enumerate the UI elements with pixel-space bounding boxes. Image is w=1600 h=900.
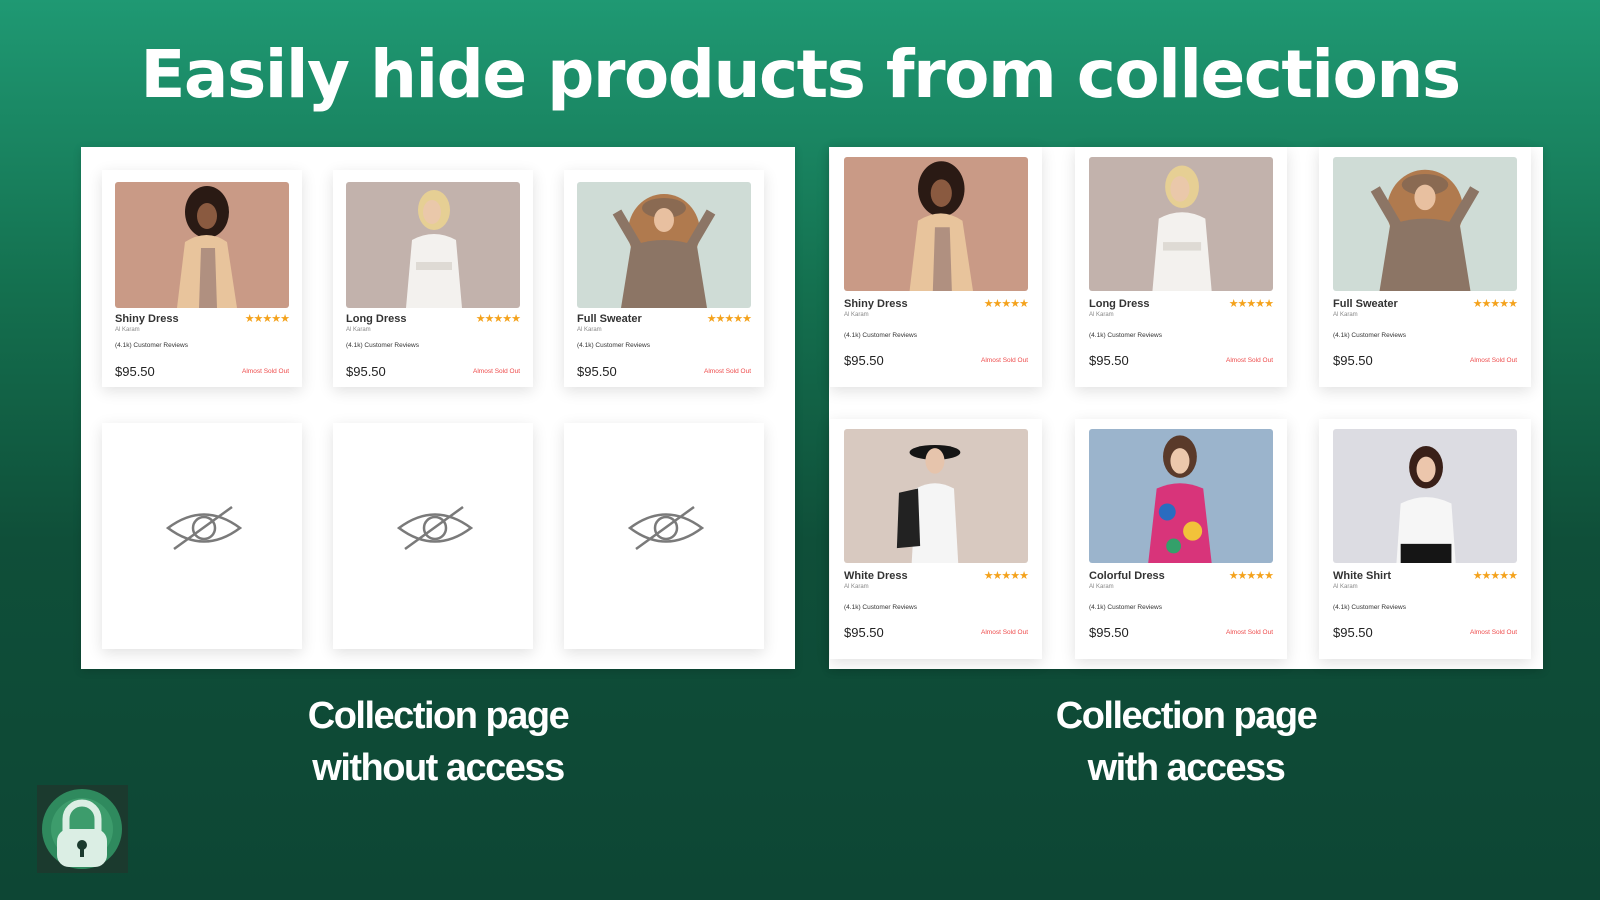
- product-photo[interactable]: [1089, 157, 1273, 291]
- product-name[interactable]: Long Dress: [1089, 298, 1150, 310]
- product-brand: Al Karam: [1089, 584, 1114, 590]
- eye-slash-icon: [397, 505, 473, 551]
- review-count: (4.1k) Customer Reviews: [844, 332, 917, 339]
- product-name[interactable]: Colorful Dress: [1089, 570, 1165, 582]
- product-card[interactable]: Long Dress Al Karam ★★★★★ (4.1k) Custome…: [333, 170, 533, 387]
- product-photo[interactable]: [1333, 429, 1517, 563]
- product-brand: Al Karam: [844, 584, 869, 590]
- hidden-product-card: [102, 423, 302, 649]
- review-count: (4.1k) Customer Reviews: [346, 342, 419, 349]
- stock-status: Almost Sold Out: [473, 368, 520, 375]
- rating-stars: ★★★★★: [706, 313, 752, 325]
- lock-icon: [37, 785, 128, 873]
- product-card[interactable]: White Dress Al Karam ★★★★★ (4.1k) Custom…: [830, 419, 1042, 659]
- product-price: $95.50: [577, 364, 617, 379]
- review-count: (4.1k) Customer Reviews: [115, 342, 188, 349]
- product-name[interactable]: White Dress: [844, 570, 908, 582]
- product-card[interactable]: Shiny Dress Al Karam ★★★★★ (4.1k) Custom…: [830, 147, 1042, 387]
- stock-status: Almost Sold Out: [1226, 629, 1273, 636]
- rating-stars: ★★★★★: [983, 298, 1029, 310]
- product-photo[interactable]: [1333, 157, 1517, 291]
- product-price: $95.50: [1089, 625, 1129, 640]
- product-name[interactable]: Shiny Dress: [844, 298, 908, 310]
- rating-stars: ★★★★★: [1228, 570, 1274, 582]
- product-price: $95.50: [346, 364, 386, 379]
- stock-status: Almost Sold Out: [704, 368, 751, 375]
- product-price: $95.50: [1333, 353, 1373, 368]
- caption-line: with access: [1087, 747, 1286, 789]
- product-photo[interactable]: [115, 182, 289, 308]
- product-brand: Al Karam: [577, 327, 602, 333]
- product-photo[interactable]: [844, 429, 1028, 563]
- caption-with-access: Collection page with access: [829, 690, 1543, 794]
- product-name[interactable]: Full Sweater: [577, 313, 642, 325]
- product-price: $95.50: [844, 625, 884, 640]
- stock-status: Almost Sold Out: [1470, 357, 1517, 364]
- product-photo[interactable]: [346, 182, 520, 308]
- product-name[interactable]: Long Dress: [346, 313, 407, 325]
- rating-stars: ★★★★★: [1472, 298, 1518, 310]
- product-price: $95.50: [115, 364, 155, 379]
- stock-status: Almost Sold Out: [242, 368, 289, 375]
- headline: Easily hide products from collections: [140, 36, 1461, 113]
- eye-slash-icon: [628, 505, 704, 551]
- product-price: $95.50: [1333, 625, 1373, 640]
- eye-slash-icon: [166, 505, 242, 551]
- product-card[interactable]: Long Dress Al Karam ★★★★★ (4.1k) Custome…: [1075, 147, 1287, 387]
- review-count: (4.1k) Customer Reviews: [1089, 332, 1162, 339]
- product-brand: Al Karam: [1333, 584, 1358, 590]
- app-logo: [37, 785, 128, 873]
- product-brand: Al Karam: [115, 327, 140, 333]
- collection-panel-without-access: Shiny Dress Al Karam ★★★★★ (4.1k) Custom…: [81, 147, 795, 669]
- product-card[interactable]: Full Sweater Al Karam ★★★★★ (4.1k) Custo…: [1319, 147, 1531, 387]
- review-count: (4.1k) Customer Reviews: [577, 342, 650, 349]
- rating-stars: ★★★★★: [1472, 570, 1518, 582]
- caption-line: Collection page: [307, 695, 570, 737]
- review-count: (4.1k) Customer Reviews: [1089, 604, 1162, 611]
- hidden-product-card: [333, 423, 533, 649]
- product-name[interactable]: Shiny Dress: [115, 313, 179, 325]
- product-card[interactable]: Full Sweater Al Karam ★★★★★ (4.1k) Custo…: [564, 170, 764, 387]
- product-name[interactable]: Full Sweater: [1333, 298, 1398, 310]
- product-card[interactable]: White Shirt Al Karam ★★★★★ (4.1k) Custom…: [1319, 419, 1531, 659]
- caption-line: without access: [312, 747, 565, 789]
- product-photo[interactable]: [844, 157, 1028, 291]
- caption-without-access: Collection page without access: [81, 690, 795, 794]
- stock-status: Almost Sold Out: [1226, 357, 1273, 364]
- product-card[interactable]: Shiny Dress Al Karam ★★★★★ (4.1k) Custom…: [102, 170, 302, 387]
- review-count: (4.1k) Customer Reviews: [1333, 604, 1406, 611]
- product-brand: Al Karam: [1089, 312, 1114, 318]
- stock-status: Almost Sold Out: [1470, 629, 1517, 636]
- product-brand: Al Karam: [844, 312, 869, 318]
- rating-stars: ★★★★★: [983, 570, 1029, 582]
- stock-status: Almost Sold Out: [981, 629, 1028, 636]
- product-brand: Al Karam: [1333, 312, 1358, 318]
- product-photo[interactable]: [577, 182, 751, 308]
- collection-panel-with-access: Shiny Dress Al Karam ★★★★★ (4.1k) Custom…: [829, 147, 1543, 669]
- product-name[interactable]: White Shirt: [1333, 570, 1391, 582]
- rating-stars: ★★★★★: [244, 313, 290, 325]
- product-card[interactable]: Colorful Dress Al Karam ★★★★★ (4.1k) Cus…: [1075, 419, 1287, 659]
- product-brand: Al Karam: [346, 327, 371, 333]
- product-photo[interactable]: [1089, 429, 1273, 563]
- review-count: (4.1k) Customer Reviews: [844, 604, 917, 611]
- stock-status: Almost Sold Out: [981, 357, 1028, 364]
- caption-line: Collection page: [1055, 695, 1318, 737]
- product-price: $95.50: [1089, 353, 1129, 368]
- rating-stars: ★★★★★: [475, 313, 521, 325]
- rating-stars: ★★★★★: [1228, 298, 1274, 310]
- hidden-product-card: [564, 423, 764, 649]
- product-price: $95.50: [844, 353, 884, 368]
- review-count: (4.1k) Customer Reviews: [1333, 332, 1406, 339]
